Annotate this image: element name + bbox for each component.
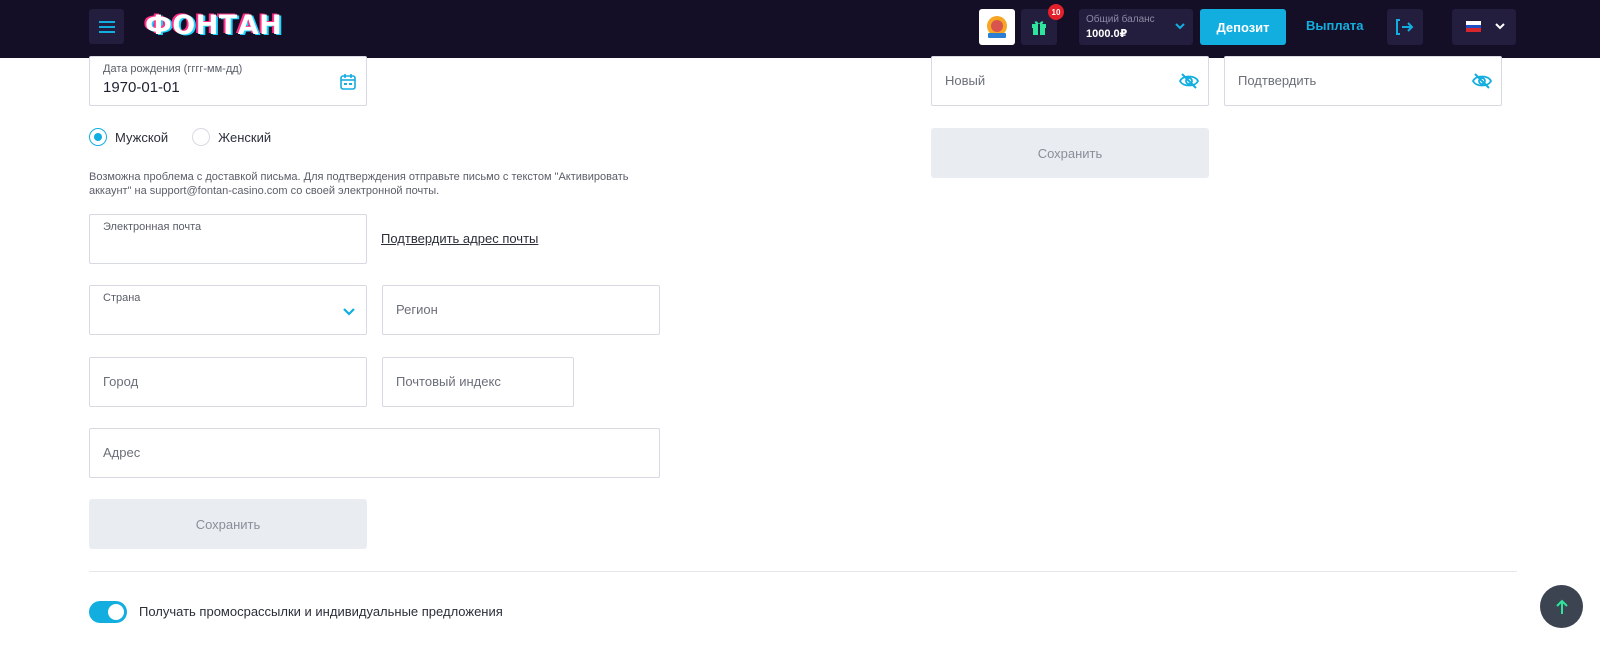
- withdraw-link[interactable]: Выплата: [1306, 18, 1363, 33]
- birthdate-field[interactable]: Дата рождения (гггг-мм-дд) 1970-01-01: [89, 56, 367, 106]
- top-header: ФОНТАН 10 Общий баланс 1000.0₽ Депозит В…: [0, 0, 1600, 58]
- gender-selector: Мужской Женский: [89, 128, 295, 146]
- email-delivery-notice: Возможна проблема с доставкой письма. Дл…: [89, 171, 629, 197]
- balance-label: Общий баланс: [1086, 14, 1155, 25]
- address-placeholder: Адрес: [103, 445, 141, 460]
- language-selector[interactable]: [1452, 9, 1516, 45]
- logout-icon: [1396, 19, 1414, 35]
- balance-value: 1000.0₽: [1086, 28, 1128, 40]
- email-field[interactable]: Электронная почта: [89, 214, 367, 264]
- confirm-email-link[interactable]: Подтвердить адрес почты: [381, 231, 538, 246]
- gender-female-radio[interactable]: [192, 128, 211, 146]
- new-password-placeholder: Новый: [945, 73, 986, 88]
- city-field[interactable]: Город: [89, 357, 367, 407]
- email-label: Электронная почта: [103, 221, 202, 233]
- save-password-button[interactable]: Сохранить: [931, 128, 1209, 178]
- gift-icon: [1032, 21, 1046, 35]
- eye-off-icon[interactable]: [1179, 72, 1199, 90]
- calendar-icon[interactable]: [340, 74, 356, 90]
- balance-dropdown[interactable]: Общий баланс 1000.0₽: [1079, 9, 1193, 45]
- avatar-badge-icon: [987, 16, 1007, 38]
- logout-button[interactable]: [1387, 9, 1423, 45]
- gender-male-label: Мужской: [115, 129, 169, 145]
- hamburger-icon: [98, 20, 115, 33]
- region-field[interactable]: Регион: [382, 285, 660, 335]
- logo[interactable]: ФОНТАН: [145, 10, 282, 42]
- gender-female-label: Женский: [218, 129, 272, 145]
- address-field[interactable]: Адрес: [89, 428, 660, 478]
- gift-count-badge: 10: [1048, 4, 1064, 20]
- region-placeholder: Регион: [396, 302, 438, 317]
- birthdate-value: 1970-01-01: [103, 79, 180, 96]
- arrow-up-icon: [1555, 599, 1568, 614]
- deposit-button[interactable]: Депозит: [1200, 9, 1286, 45]
- eye-off-icon[interactable]: [1472, 72, 1492, 90]
- birthdate-label: Дата рождения (гггг-мм-дд): [103, 63, 243, 75]
- postal-code-field[interactable]: Почтовый индекс: [382, 357, 574, 407]
- promo-toggle[interactable]: [89, 601, 127, 623]
- section-divider: [89, 571, 1517, 572]
- menu-button[interactable]: [89, 9, 124, 44]
- country-label: Страна: [103, 292, 141, 304]
- avatar[interactable]: [979, 9, 1015, 45]
- promo-toggle-label: Получать промосрассылки и индивидуальные…: [139, 604, 503, 619]
- postal-code-placeholder: Почтовый индекс: [396, 374, 501, 389]
- gender-male-radio[interactable]: [89, 128, 107, 146]
- new-password-field[interactable]: Новый: [931, 56, 1209, 106]
- confirm-password-field[interactable]: Подтвердить: [1224, 56, 1502, 106]
- chevron-down-icon: [1495, 23, 1505, 30]
- confirm-password-placeholder: Подтвердить: [1238, 73, 1317, 88]
- chevron-down-icon: [1175, 23, 1185, 30]
- chevron-down-icon: [343, 308, 355, 316]
- city-placeholder: Город: [103, 374, 139, 389]
- scroll-to-top-button[interactable]: [1540, 585, 1583, 628]
- save-personal-button[interactable]: Сохранить: [89, 499, 367, 549]
- country-select[interactable]: Страна: [89, 285, 367, 335]
- russia-flag-icon: [1466, 21, 1481, 32]
